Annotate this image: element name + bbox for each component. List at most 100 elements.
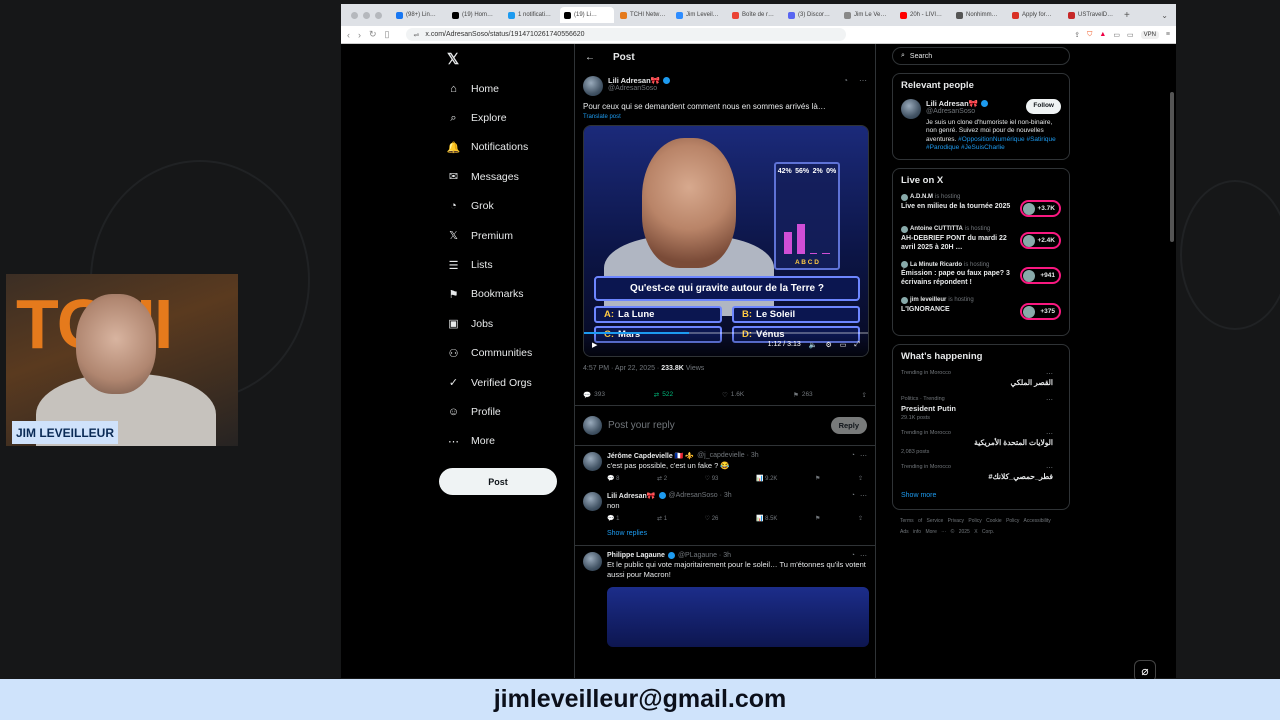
reply-button[interactable]: Reply (830, 416, 867, 434)
like-action[interactable]: ♡ 1.6K (722, 391, 744, 399)
reload-icon[interactable]: ↻ (369, 29, 377, 40)
repost-action[interactable]: ⇄ 1 (657, 515, 667, 522)
more-options-icon[interactable]: ⋯ (860, 452, 867, 460)
share-icon[interactable]: ⇪ (858, 475, 863, 482)
author-name[interactable]: Lili Adresan🎀 (608, 76, 660, 85)
show-replies-link[interactable]: Show replies (575, 526, 875, 547)
live-host-name[interactable]: jim leveilleur (910, 297, 946, 303)
nav-item-notifications[interactable]: 🔔 Notifications (439, 133, 574, 162)
heart-action[interactable]: ♡ 93 (705, 475, 719, 482)
avatar[interactable] (583, 76, 603, 96)
browser-tab[interactable]: (98+) Lin… (392, 7, 446, 23)
footer-links[interactable]: Terms of Service Privacy Policy Cookie P… (892, 510, 1070, 544)
browser-tab[interactable]: (19) Hom… (448, 7, 502, 23)
rewards-icon[interactable]: ▲ (1099, 31, 1106, 38)
views-action[interactable]: 📊 8.5K (756, 515, 777, 522)
repost-action[interactable]: ⇄ 522 (654, 391, 673, 399)
x-logo-icon[interactable]: 𝕏 (447, 50, 574, 68)
grok-icon[interactable]: ◔ (851, 452, 855, 460)
grok-icon[interactable]: ◔ (851, 492, 855, 500)
bookmark-icon[interactable]: ⚑ (815, 475, 820, 482)
repost-action[interactable]: ⇄ 2 (657, 475, 667, 482)
play-icon[interactable]: ▶ (592, 341, 597, 349)
reply-handle[interactable]: @PLagaune · 3h (678, 552, 731, 559)
trend-item[interactable]: Politics · Trending President Putin 29.1K … (901, 396, 1061, 421)
nav-item-premium[interactable]: 𝕏 Premium (439, 221, 574, 250)
nav-item-communities[interactable]: ⚇ Communities (439, 339, 574, 368)
post-button[interactable]: Post (439, 468, 557, 496)
bookmark-icon[interactable]: ▯ (385, 29, 390, 40)
browser-tab[interactable]: USTravelD… (1064, 7, 1118, 23)
reply-action[interactable]: 💬 393 (583, 391, 605, 399)
browser-tab[interactable]: TCHI Netw… (616, 7, 670, 23)
share-icon[interactable]: ⇪ (1074, 31, 1080, 39)
more-options-icon[interactable]: ⋯ (1046, 370, 1053, 378)
nav-item-profile[interactable]: ☺ Profile (439, 397, 574, 426)
browser-tab[interactable]: (19) Li… (560, 7, 614, 23)
live-host-name[interactable]: A.D.N.M (910, 194, 933, 200)
wallet-icon[interactable]: ▭ (1127, 31, 1134, 39)
back-arrow-icon[interactable]: ← (585, 52, 595, 63)
settings-icon[interactable]: ⚙ (825, 341, 831, 349)
bookmark-icon[interactable]: ⚑ (815, 515, 820, 522)
browser-tab[interactable]: 1 notificati… (504, 7, 558, 23)
reply-author[interactable]: Philippe Lagaune (607, 552, 665, 559)
live-item[interactable]: jim leveilleur is hosting L'IGNORANCE +375 (901, 296, 1061, 320)
live-item[interactable]: La Minute Ricardo is hosting Émission : pa… (901, 261, 1061, 288)
grok-icon[interactable]: ◔ (851, 552, 855, 560)
live-host-name[interactable]: La Minute Ricardo (910, 262, 962, 268)
new-tab-button[interactable]: + (1124, 10, 1130, 21)
vpn-button[interactable]: VPN (1140, 30, 1159, 39)
nav-item-explore[interactable]: ⌕ Explore (439, 103, 574, 132)
url-field[interactable]: ⇌ x.com/AdresanSoso/status/1914710261740… (405, 28, 846, 41)
share-icon[interactable]: ⇪ (858, 515, 863, 522)
more-options-icon[interactable]: ⋯ (1046, 464, 1053, 472)
fullscreen-icon[interactable]: ⤢ (854, 341, 860, 349)
more-options-icon[interactable]: ⋯ (859, 76, 867, 96)
tab-list-chevron-icon[interactable]: ⌄ (1161, 11, 1168, 20)
views-action[interactable]: 📊 9.2K (756, 475, 777, 482)
browser-tab[interactable]: 20h - LIVI… (896, 7, 950, 23)
live-host-name[interactable]: Antoine CUTTITTA (910, 226, 963, 232)
browser-tab[interactable]: Jim Leveil… (672, 7, 726, 23)
avatar[interactable] (583, 552, 602, 572)
scrollbar[interactable] (1170, 92, 1174, 242)
menu-icon[interactable]: ≡ (1166, 31, 1170, 38)
sidebar-icon[interactable]: ▭ (1113, 31, 1120, 39)
more-options-icon[interactable]: ⋯ (860, 552, 867, 560)
reply-action[interactable]: 💬 1 (607, 515, 619, 522)
reply-author[interactable]: Jérôme Capdevielle 🇫🇷 ⚜️ (607, 452, 694, 460)
reply-video-thumbnail[interactable] (607, 587, 869, 648)
pip-icon[interactable]: ▭ (840, 341, 847, 349)
forward-icon[interactable]: › (358, 30, 361, 40)
person-name[interactable]: Lili Adresan🎀 (926, 99, 978, 108)
browser-tab[interactable]: Boîte de r… (728, 7, 782, 23)
trend-item[interactable]: Trending in Morocco الولايات المتحدة الأم… (901, 430, 1061, 455)
author-handle[interactable]: @AdresanSoso (608, 85, 838, 92)
brave-shield-icon[interactable]: ⛉ (1087, 31, 1092, 39)
nav-item-messages[interactable]: ✉ Messages (439, 162, 574, 191)
person-handle[interactable]: @AdresanSoso (926, 108, 988, 115)
live-item[interactable]: A.D.N.M is hosting Live en milieu de la to… (901, 193, 1061, 217)
browser-tab[interactable]: Nonhimm… (952, 7, 1006, 23)
reply-input[interactable]: Post your reply (608, 420, 825, 431)
nav-item-lists[interactable]: ☰ Lists (439, 250, 574, 279)
show-more-link[interactable]: Show more (901, 490, 1061, 503)
volume-icon[interactable]: 🔈 (809, 341, 818, 349)
nav-item-grok[interactable]: ◔ Grok (439, 192, 574, 221)
site-info-icon[interactable]: ⇌ (414, 31, 420, 39)
more-options-icon[interactable]: ⋯ (1046, 396, 1053, 404)
back-icon[interactable]: ‹ (347, 30, 350, 40)
share-icon[interactable]: ⇪ (862, 391, 867, 399)
more-options-icon[interactable]: ⋯ (860, 492, 867, 500)
follow-button[interactable]: Follow (1026, 99, 1061, 114)
nav-item-bookmarks[interactable]: ⚑ Bookmarks (439, 280, 574, 309)
nav-item-home[interactable]: ⌂ Home (439, 74, 574, 103)
translate-link[interactable]: Translate post (575, 112, 875, 122)
window-controls[interactable] (351, 11, 382, 19)
nav-item-verified-orgs[interactable]: ✓ Verified Orgs (439, 368, 574, 397)
video-player[interactable]: 42% 56% 2% 0% A B C D Qu'est-ce qui gravite… (583, 124, 869, 357)
trend-item[interactable]: Trending in Morocco #فطر_حمصي_كلانك ⋯ (901, 464, 1061, 481)
avatar[interactable] (901, 99, 921, 119)
heart-action[interactable]: ♡ 26 (705, 515, 719, 522)
